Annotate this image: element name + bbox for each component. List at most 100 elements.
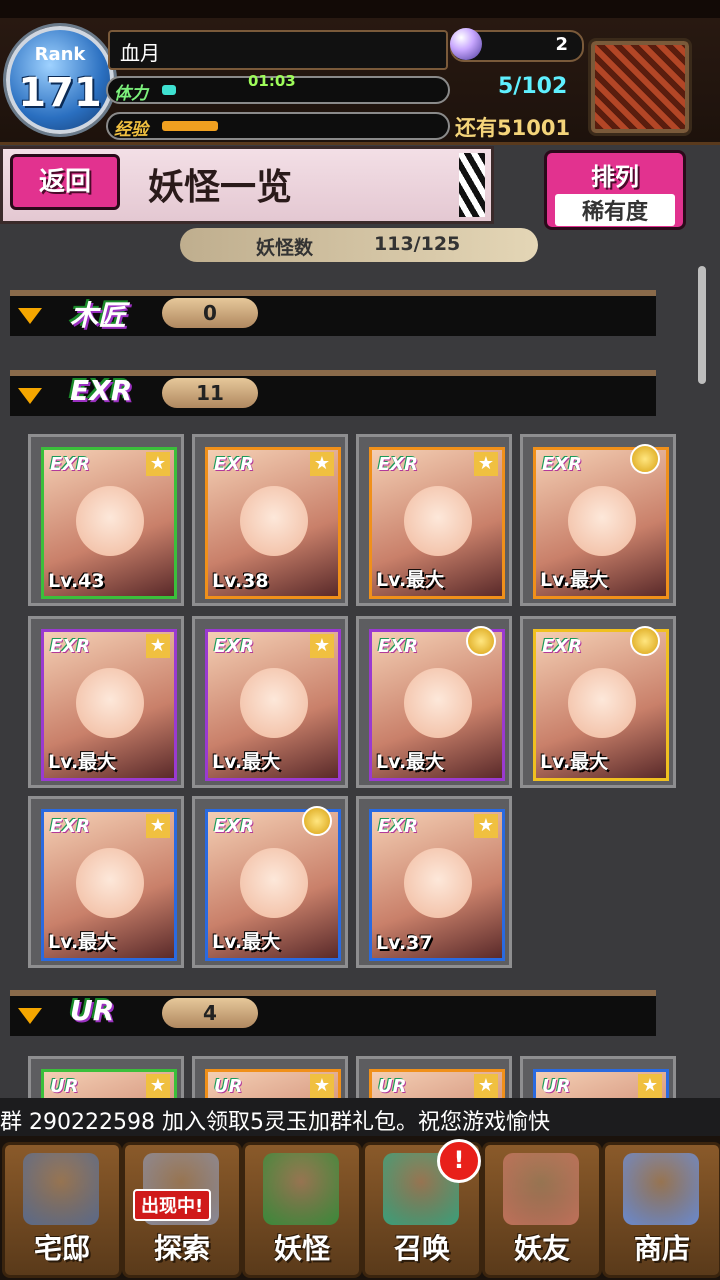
nav-button-3[interactable]: 妖怪 [242,1142,362,1278]
youkai-portrait: EXR Lv.最大 [533,626,669,781]
youkai-card[interactable]: EXR ★ Lv.最大 [28,616,184,788]
youkai-portrait: EXR ★ Lv.最大 [369,447,505,599]
sort-label: 排列 [591,163,639,191]
exp-bar: 经验 [106,112,450,140]
nav-button-4[interactable]: ! 召唤 [362,1139,482,1278]
youkai-card[interactable]: EXR ★ Lv.38 [192,434,348,606]
collapse-arrow-icon[interactable] [18,308,42,324]
youkai-portrait: EXR ★ Lv.37 [369,809,505,961]
gold-medal-icon [302,806,332,836]
youkai-portrait: EXR ★ Lv.最大 [41,809,177,961]
rarity-badge: EXR [542,636,583,657]
collapse-arrow-icon[interactable] [18,388,42,404]
rank-emblem[interactable]: Rank 171 [6,26,114,134]
youkai-portrait: EXR ★ Lv.最大 [41,629,177,781]
alert-icon: ! [437,1139,481,1183]
youkai-card[interactable]: EXR Lv.最大 [192,796,348,968]
youkai-card[interactable]: UR ★ [192,1056,348,1104]
youkai-level: Lv.37 [376,932,433,954]
rarity-badge: UR [378,1076,407,1097]
star-icon: ★ [474,452,498,476]
stamina-timer: 01:03 [248,72,296,90]
nav-label: 召唤 [393,1232,450,1265]
youkai-level: Lv.最大 [48,751,117,773]
exp-label: 经验 [114,120,148,140]
ticker-text: 群 290222598 加入领取5灵玉加群礼包。祝您游戏愉快 [0,1110,550,1135]
youkai-card[interactable]: EXR ★ Lv.最大 [356,434,512,606]
gem-value: 2 [555,34,568,55]
crystal-orb-icon [623,1153,699,1225]
rarity-badge: EXR [214,636,255,657]
rarity-badge: EXR [50,454,91,475]
rarity-badge: UR [542,1076,571,1097]
nav-label: 宅邸 [33,1232,90,1265]
star-icon: ★ [474,814,498,838]
foxgirl-icon [503,1153,579,1225]
star-icon: ★ [146,634,170,658]
rarity-count: 4 [162,998,258,1028]
youkai-level: Lv.最大 [376,751,445,773]
youkai-count-bar: 妖怪数 113/125 [180,228,538,262]
youkai-card[interactable]: EXR ★ Lv.最大 [192,616,348,788]
rarity-badge: UR [214,1076,243,1097]
star-icon: ★ [310,634,334,658]
rarity-section-header[interactable]: EXR 11 [10,370,656,416]
nav-button-1[interactable]: 宅邸 [2,1142,122,1278]
youkai-card[interactable]: EXR ★ Lv.43 [28,434,184,606]
youkai-card[interactable]: EXR Lv.最大 [520,434,676,606]
youkai-card[interactable]: EXR ★ Lv.最大 [28,796,184,968]
appearing-tag: 出现中! [133,1189,212,1221]
youkai-face [240,668,308,738]
youkai-portrait: EXR ★ Lv.43 [41,447,177,599]
youkai-face [76,848,144,918]
youkai-level: Lv.最大 [48,931,117,953]
youkai-card[interactable]: EXR ★ Lv.37 [356,796,512,968]
nav-button-2[interactable]: 出现中! 探索 [122,1142,242,1278]
rarity-label: UR [70,994,115,1027]
youkai-card[interactable]: UR ★ [28,1056,184,1104]
star-icon: ★ [310,452,334,476]
youkai-level: Lv.最大 [540,751,609,773]
rarity-section-header[interactable]: UR 4 [10,990,656,1036]
nav-button-5[interactable]: 妖友 [482,1142,602,1278]
youkai-face [404,486,472,556]
gold-medal-icon [630,626,660,656]
youkai-face [404,668,472,738]
youkai-card[interactable]: EXR Lv.最大 [356,616,512,788]
star-icon: ★ [310,1074,334,1098]
announcement-ticker: 群 290222598 加入领取5灵玉加群礼包。祝您游戏愉快 [0,1098,720,1136]
collapse-arrow-icon[interactable] [18,1008,42,1024]
rarity-count: 0 [162,298,258,328]
youkai-face [76,668,144,738]
youkai-card[interactable]: EXR Lv.最大 [520,616,676,788]
youkai-card[interactable]: UR ★ [520,1056,676,1104]
youkai-portrait: EXR ★ Lv.最大 [205,629,341,781]
youkai-face [240,848,308,918]
remaining-exp: 还有51001 [455,116,571,140]
youkai-face [568,668,636,738]
back-button[interactable]: 返回 [10,154,120,210]
nav-label: 妖怪 [273,1232,330,1265]
youkai-level: Lv.最大 [540,569,609,591]
rarity-label: 木匠 [70,299,127,332]
rarity-section-header[interactable]: 木匠 0 [10,290,656,336]
nav-label: 商店 [633,1232,690,1265]
scrollbar[interactable] [698,266,706,384]
stamina-label: 体力 [114,84,148,104]
youkai-portrait: EXR ★ Lv.38 [205,447,341,599]
spirit-gem-icon [450,28,482,60]
rarity-count: 11 [162,378,258,408]
youkai-count-label: 妖怪数 [256,237,314,259]
youkai-face [404,848,472,918]
status-bar [0,0,720,18]
sort-button[interactable]: 排列 稀有度 [544,150,686,230]
youkai-face [76,486,144,556]
bottom-nav: 宅邸 出现中! 探索 妖怪! 召唤 妖友 商店 [0,1136,720,1280]
header: Rank 171 血月 体力 01:03 经验 2 5/102 还有51001 [0,0,720,145]
youkai-level: Lv.最大 [212,751,281,773]
youkai-card[interactable]: UR ★ [356,1056,512,1104]
nav-button-6[interactable]: 商店 [602,1142,720,1278]
nav-label: 探索 [153,1232,210,1265]
gem-counter[interactable]: 2 [450,28,584,62]
treasure-chest-icon[interactable] [588,38,692,136]
